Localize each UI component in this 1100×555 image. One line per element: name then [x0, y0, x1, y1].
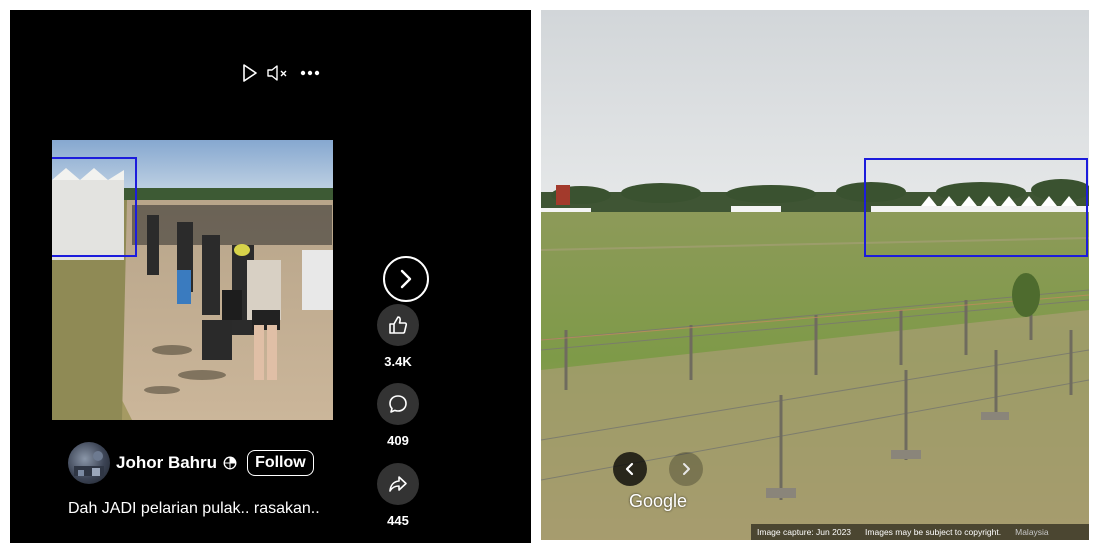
- video-thumbnail[interactable]: [52, 140, 333, 420]
- video-post-panel: 3.4K 409 445 Johor Bahru Follow Dah JADI…: [10, 10, 531, 543]
- share-count: 445: [387, 513, 409, 528]
- image-capture-date: Image capture: Jun 2023: [757, 527, 852, 537]
- thumbs-up-icon: [389, 316, 408, 334]
- comment-icon: [389, 395, 407, 413]
- more-dots-icon[interactable]: [300, 69, 320, 77]
- street-view-panel: Google Image capture: Jun 2023 Images ma…: [541, 10, 1089, 540]
- chevron-right-icon: [400, 269, 412, 289]
- google-logo: Google: [629, 491, 688, 511]
- avatar[interactable]: [68, 442, 110, 484]
- author-name[interactable]: Johor Bahru: [116, 453, 217, 473]
- video-controls: [242, 61, 320, 85]
- share-button[interactable]: [377, 463, 419, 505]
- copyright-notice[interactable]: Images may be subject to copyright.: [865, 527, 1001, 537]
- highlight-box-right: [864, 158, 1088, 257]
- like-button[interactable]: [377, 304, 419, 346]
- follow-button[interactable]: Follow: [247, 450, 314, 476]
- post-caption: Dah JADI pelarian pulak.. rasakan..: [68, 500, 320, 517]
- author-row: Johor Bahru Follow: [68, 442, 314, 484]
- play-icon[interactable]: [242, 64, 258, 82]
- street-view-footer: Image capture: Jun 2023 Images may be su…: [751, 524, 1089, 540]
- chevron-right-icon: [683, 463, 690, 475]
- globe-icon: [223, 456, 237, 470]
- highlight-box-left: [52, 157, 137, 257]
- side-actions: 3.4K 409 445: [373, 10, 445, 543]
- comment-button[interactable]: [377, 383, 419, 425]
- region-label: Malaysia: [1015, 527, 1049, 537]
- comment-count: 409: [387, 433, 409, 448]
- like-count: 3.4K: [384, 354, 412, 369]
- chevron-left-icon: [625, 462, 634, 476]
- muted-speaker-icon[interactable]: [266, 64, 292, 82]
- share-icon: [389, 476, 407, 492]
- previous-view-button[interactable]: [613, 452, 647, 486]
- next-video-button[interactable]: [383, 256, 429, 302]
- next-view-button[interactable]: [669, 452, 703, 486]
